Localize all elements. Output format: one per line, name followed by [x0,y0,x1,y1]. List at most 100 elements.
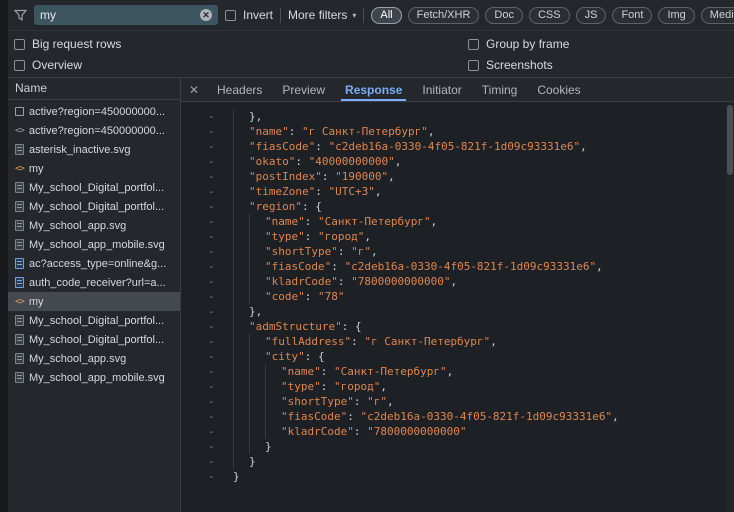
indent-guide [233,274,249,289]
code-line: -"type": "город", [181,379,734,394]
document-icon [15,315,24,326]
indent-guide [249,364,265,379]
tab-cookies[interactable]: Cookies [527,78,590,101]
document-icon [15,239,24,250]
fold-marker: - [181,259,233,274]
invert-checkbox[interactable] [225,10,236,21]
code-text: "fullAddress": "г Санкт-Петербург", [265,334,497,349]
fold-marker: - [181,349,233,364]
filter-chip-img[interactable]: Img [658,7,694,24]
chevron-down-icon: ▾ [352,11,356,20]
request-row[interactable]: <>my [8,292,180,311]
request-row[interactable]: ac?access_type=online&g... [8,254,180,273]
request-row[interactable]: My_school_app.svg [8,349,180,368]
code-line: -"region": { [181,199,734,214]
group-by-frame-checkbox[interactable] [468,39,479,50]
code-line: -"name": "Санкт-Петербург", [181,364,734,379]
filter-chip-all[interactable]: All [371,7,401,24]
fold-marker: - [181,469,233,484]
document-icon [15,334,24,345]
fold-marker: - [181,319,233,334]
indent-guide [233,349,249,364]
indent-guide [233,109,249,124]
code-text: "kladrCode": "7800000000000", [265,274,457,289]
request-name: My_school_app.svg [29,353,126,365]
filter-chip-js[interactable]: JS [576,7,607,24]
scrollbar-thumb[interactable] [727,105,733,175]
code-text: "type": "город", [281,379,387,394]
screenshots-checkbox[interactable] [468,60,479,71]
request-row[interactable]: asterisk_inactive.svg [8,140,180,159]
filter-chip-font[interactable]: Font [612,7,652,24]
clear-filter-icon[interactable]: ✕ [200,9,212,21]
request-row[interactable]: <>active?region=450000000... [8,121,180,140]
code-line: -}, [181,304,734,319]
toolbar-divider [280,8,281,23]
request-name: my [29,163,44,175]
indent-guide [249,349,265,364]
code-icon: <> [15,164,24,174]
code-line: -"name": "Санкт-Петербург", [181,214,734,229]
tab-preview[interactable]: Preview [272,78,335,101]
indent-guide [233,304,249,319]
code-line: -"okato": "40000000000", [181,154,734,169]
request-name: My_school_Digital_portfol... [29,315,164,327]
code-line: -} [181,439,734,454]
request-row[interactable]: My_school_app_mobile.svg [8,368,180,387]
close-icon[interactable]: ✕ [181,78,207,101]
tab-response[interactable]: Response [335,78,412,101]
code-line: -"timeZone": "UTC+3", [181,184,734,199]
code-text: "code": "78" [265,289,345,304]
request-row[interactable]: My_school_Digital_portfol... [8,330,180,349]
fold-marker: - [181,244,233,259]
more-filters-button[interactable]: More filters ▾ [288,8,356,22]
invert-label: Invert [243,8,273,22]
filter-box[interactable]: ✕ [34,5,218,25]
code-text: "shortType": "г", [265,244,378,259]
request-row[interactable]: My_school_app.svg [8,216,180,235]
window-edge [0,0,8,512]
indent-guide [249,274,265,289]
indent-guide [233,169,249,184]
request-row[interactable]: My_school_Digital_portfol... [8,178,180,197]
code-text: "admStructure": { [249,319,362,334]
request-name: My_school_app.svg [29,220,126,232]
request-row[interactable]: active?region=450000000... [8,102,180,121]
request-name: auth_code_receiver?url=a... [29,277,166,289]
code-text: } [265,439,272,454]
filter-chip-css[interactable]: CSS [529,7,570,24]
tab-initiator[interactable]: Initiator [412,78,471,101]
tab-headers[interactable]: Headers [207,78,272,101]
filter-input[interactable] [40,8,194,22]
indent-guide [249,259,265,274]
code-text: "name": "Санкт-Петербург", [281,364,453,379]
indent-guide [265,379,281,394]
request-panel: Name active?region=450000000...<>active?… [8,77,181,512]
code-line: -"fiasCode": "c2deb16a-0330-4f05-821f-1d… [181,409,734,424]
indent-guide [233,199,249,214]
code-text: "timeZone": "UTC+3", [249,184,381,199]
request-name: my [29,296,44,308]
request-row[interactable]: <> my [8,159,180,178]
scrollbar-track[interactable] [726,102,734,512]
request-row[interactable]: My_school_Digital_portfol... [8,311,180,330]
request-row[interactable]: My_school_app_mobile.svg [8,235,180,254]
code-text: "region": { [249,199,322,214]
filter-chip-doc[interactable]: Doc [485,7,523,24]
indent-guide [233,229,249,244]
filter-chip-fetch-xhr[interactable]: Fetch/XHR [408,7,480,24]
indent-guide [249,409,265,424]
name-column-header[interactable]: Name [8,78,180,100]
tab-timing[interactable]: Timing [472,78,528,101]
document-icon [15,372,24,383]
fold-marker: - [181,334,233,349]
big-request-rows-checkbox[interactable] [14,39,25,50]
indent-guide [233,334,249,349]
code-line: -"type": "город", [181,229,734,244]
filter-chip-media[interactable]: Media [701,7,734,24]
request-row[interactable]: auth_code_receiver?url=a... [8,273,180,292]
request-row[interactable]: My_school_Digital_portfol... [8,197,180,216]
fold-marker: - [181,304,233,319]
overview-checkbox[interactable] [14,60,25,71]
more-filters-label: More filters [288,8,347,22]
